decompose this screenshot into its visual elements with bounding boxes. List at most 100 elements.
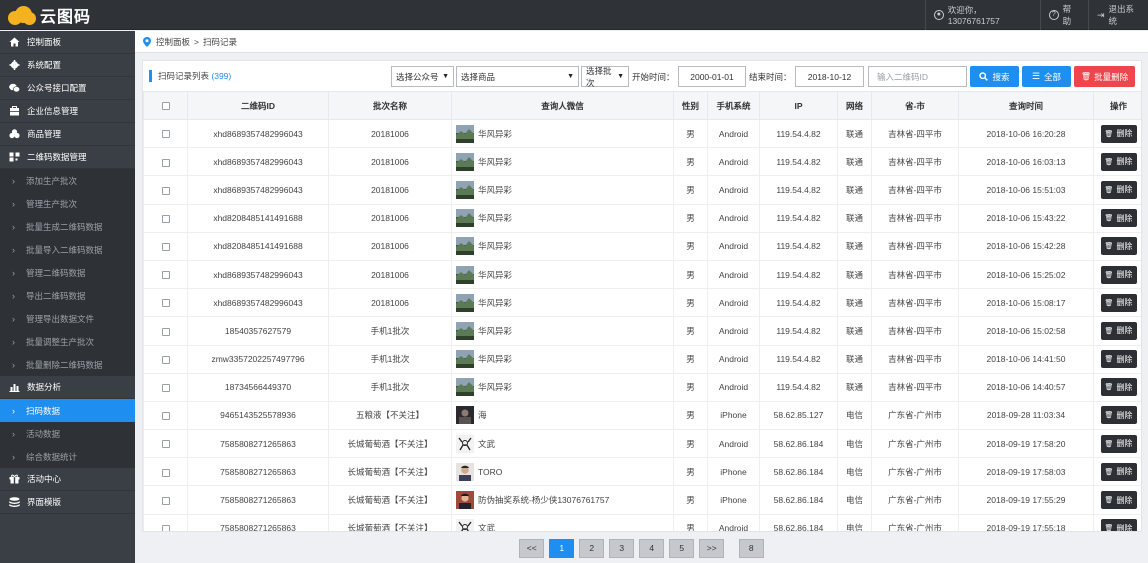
row-checkbox[interactable]	[161, 130, 170, 139]
sidebar-qr-sub-5[interactable]: › 导出二维码数据	[0, 284, 135, 307]
table-row[interactable]: xhd8689357482996043 20181006 华风异彩 男 Android 1…	[143, 147, 1141, 177]
col-batch[interactable]: 批次名称	[328, 91, 452, 120]
row-delete-button[interactable]: 🗑 删除	[1100, 293, 1137, 312]
search-button[interactable]: 搜索	[970, 66, 1019, 87]
sidebar-analysis-sub-2[interactable]: › 综合数据统计	[0, 445, 135, 468]
row-delete-button[interactable]: 🗑 删除	[1100, 378, 1137, 397]
product-select[interactable]: 选择商品 ▼	[456, 66, 579, 87]
row-delete-button[interactable]: 🗑 删除	[1100, 406, 1137, 425]
row-delete-button[interactable]: 🗑 删除	[1100, 321, 1137, 340]
start-date-input[interactable]: 2000-01-01	[678, 66, 746, 87]
page-button[interactable]: <<	[519, 538, 545, 558]
sidebar-menu-4[interactable]: 商品管理	[0, 123, 135, 146]
row-checkbox[interactable]	[161, 214, 170, 223]
row-delete-button[interactable]: 🗑 删除	[1100, 491, 1137, 510]
qr-id-input[interactable]: 输入二维码ID	[868, 66, 967, 87]
row-checkbox[interactable]	[161, 327, 170, 336]
row-checkbox[interactable]	[161, 243, 170, 252]
sidebar-menu-2[interactable]: 公众号接口配置	[0, 77, 135, 100]
sidebar-menu-1[interactable]: 系统配置	[0, 54, 135, 77]
user-avatar	[456, 124, 474, 143]
table-row[interactable]: xhd8208485141491688 20181006 华风异彩 男 Android 1…	[143, 203, 1141, 233]
end-date-input[interactable]: 2018-10-12	[795, 66, 864, 87]
table-row[interactable]: xhd8689357482996043 20181006 华风异彩 男 Android 1…	[143, 175, 1141, 205]
table-row[interactable]: xhd8689357482996043 20181006 华风异彩 男 Android 1…	[143, 118, 1141, 149]
breadcrumb-home[interactable]: 控制面板	[156, 36, 190, 48]
sidebar-analysis-sub-0[interactable]: › 扫码数据	[0, 399, 135, 422]
sidebar-analysis-sub-1[interactable]: › 活动数据	[0, 422, 135, 445]
batch-delete-button[interactable]: 🗑 批量删除	[1074, 66, 1135, 87]
row-checkbox[interactable]	[161, 158, 170, 167]
sidebar-qr-sub-7[interactable]: › 批量调整生产批次	[0, 330, 135, 353]
sidebar-qr-sub-8[interactable]: › 批量删除二维码数据	[0, 353, 135, 376]
col-area[interactable]: 省-市	[871, 91, 959, 120]
row-checkbox[interactable]	[161, 412, 170, 421]
user-welcome[interactable]: ● 欢迎你，13076761757	[925, 0, 1039, 30]
sidebar-menu-analysis[interactable]: 数据分析	[0, 376, 135, 399]
page-button[interactable]: 3	[609, 538, 635, 558]
row-checkbox[interactable]	[161, 440, 170, 449]
row-delete-button[interactable]: 🗑 删除	[1100, 462, 1137, 481]
table-row[interactable]: xhd8689357482996043 20181006 华风异彩 男 Android 1…	[143, 288, 1141, 318]
cell-sex: 男	[673, 288, 708, 318]
row-delete-button[interactable]: 🗑 删除	[1100, 180, 1137, 199]
sidebar-menu-template[interactable]: 界面模版	[0, 491, 135, 514]
sidebar-menu-0[interactable]: 控制面板	[0, 31, 135, 54]
col-ip[interactable]: IP	[759, 91, 838, 120]
table-row[interactable]: 18540357627579 手机1批次 华风异彩 男 Android 119.54.4.…	[143, 316, 1141, 346]
sidebar-qr-sub-4[interactable]: › 管理二维码数据	[0, 261, 135, 284]
col-time[interactable]: 查询时间	[958, 91, 1094, 120]
row-delete-button[interactable]: 🗑 删除	[1100, 350, 1137, 369]
sidebar-menu-3[interactable]: 企业信息管理	[0, 100, 135, 123]
row-checkbox[interactable]	[161, 299, 170, 308]
row-checkbox[interactable]	[161, 496, 170, 505]
row-delete-button[interactable]: 🗑 删除	[1100, 237, 1137, 256]
page-button[interactable]: 5	[669, 538, 695, 558]
select-all-checkbox[interactable]	[161, 102, 170, 111]
table-row[interactable]: 9465143525578936 五粮液【不关注】 海 男 iPhone 58.62.85…	[143, 400, 1141, 431]
page-button[interactable]: 8	[738, 538, 764, 558]
col-qr-id[interactable]: 二维码ID	[187, 91, 329, 120]
row-delete-button[interactable]: 🗑 删除	[1100, 124, 1137, 143]
row-checkbox[interactable]	[161, 186, 170, 195]
table-row[interactable]: 7585808271265863 长城葡萄酒【不关注】 文武男 Android 58.6…	[143, 429, 1141, 459]
row-checkbox[interactable]	[161, 524, 170, 531]
page-button[interactable]: 1	[549, 538, 575, 558]
col-network[interactable]: 网络	[837, 91, 872, 120]
table-row[interactable]: xhd8208485141491688 20181006 华风异彩 男 Android 1…	[143, 231, 1141, 261]
sidebar-qr-sub-3[interactable]: › 批量导入二维码数据	[0, 238, 135, 261]
sidebar-menu-activity[interactable]: 活动中心	[0, 468, 135, 491]
page-button[interactable]: 2	[579, 538, 605, 558]
row-checkbox[interactable]	[161, 468, 170, 477]
sidebar-qr-sub-0[interactable]: › 添加生产批次	[0, 169, 135, 192]
row-delete-button[interactable]: 🗑 删除	[1100, 519, 1137, 531]
table-row[interactable]: 7585808271265863 长城葡萄酒【不关注】 文武男 Android 58.6…	[143, 513, 1141, 531]
col-wechat[interactable]: 查询人微信	[451, 91, 674, 120]
app-logo[interactable]: 云图码	[6, 4, 91, 26]
col-gender[interactable]: 性别	[673, 91, 708, 120]
batch-select[interactable]: 选择批次 ▼	[581, 66, 629, 88]
logout-link[interactable]: ⇥ 退出系统	[1088, 0, 1148, 30]
row-delete-button[interactable]: 🗑 删除	[1100, 434, 1137, 453]
row-checkbox[interactable]	[161, 271, 170, 280]
row-delete-button[interactable]: 🗑 删除	[1100, 265, 1137, 284]
help-link[interactable]: ? 帮助	[1040, 0, 1087, 30]
page-button[interactable]: >>	[699, 538, 725, 558]
table-row[interactable]: zmw3357202257497796 手机1批次 华风异彩 男 Android 119.…	[143, 344, 1141, 374]
row-delete-button[interactable]: 🗑 删除	[1100, 152, 1137, 171]
row-checkbox[interactable]	[161, 355, 170, 364]
table-row[interactable]: 7585808271265863 长城葡萄酒【不关注】 TORO 男 iPhone 58.…	[143, 457, 1141, 487]
sidebar-qr-sub-6[interactable]: › 管理导出数据文件	[0, 307, 135, 330]
account-select[interactable]: 选择公众号 ▼	[391, 66, 454, 87]
show-all-button[interactable]: ☰ 全部	[1022, 66, 1071, 87]
table-row[interactable]: 18734566449370 手机1批次 华风异彩 男 Android 119.54.4.…	[143, 372, 1141, 402]
table-row[interactable]: 7585808271265863 长城葡萄酒【不关注】 防伪抽奖系统-杨少侠1307…	[143, 485, 1141, 515]
row-checkbox[interactable]	[161, 384, 170, 393]
table-row[interactable]: xhd8689357482996043 20181006 华风异彩 男 Android 1…	[143, 259, 1141, 290]
sidebar-qr-sub-1[interactable]: › 管理生产批次	[0, 192, 135, 215]
sidebar-qr-sub-2[interactable]: › 批量生成二维码数据	[0, 215, 135, 238]
page-button[interactable]: 4	[639, 538, 665, 558]
col-os[interactable]: 手机系统	[707, 91, 760, 120]
sidebar-menu-5[interactable]: 二维码数据管理	[0, 146, 135, 169]
row-delete-button[interactable]: 🗑 删除	[1100, 209, 1137, 228]
